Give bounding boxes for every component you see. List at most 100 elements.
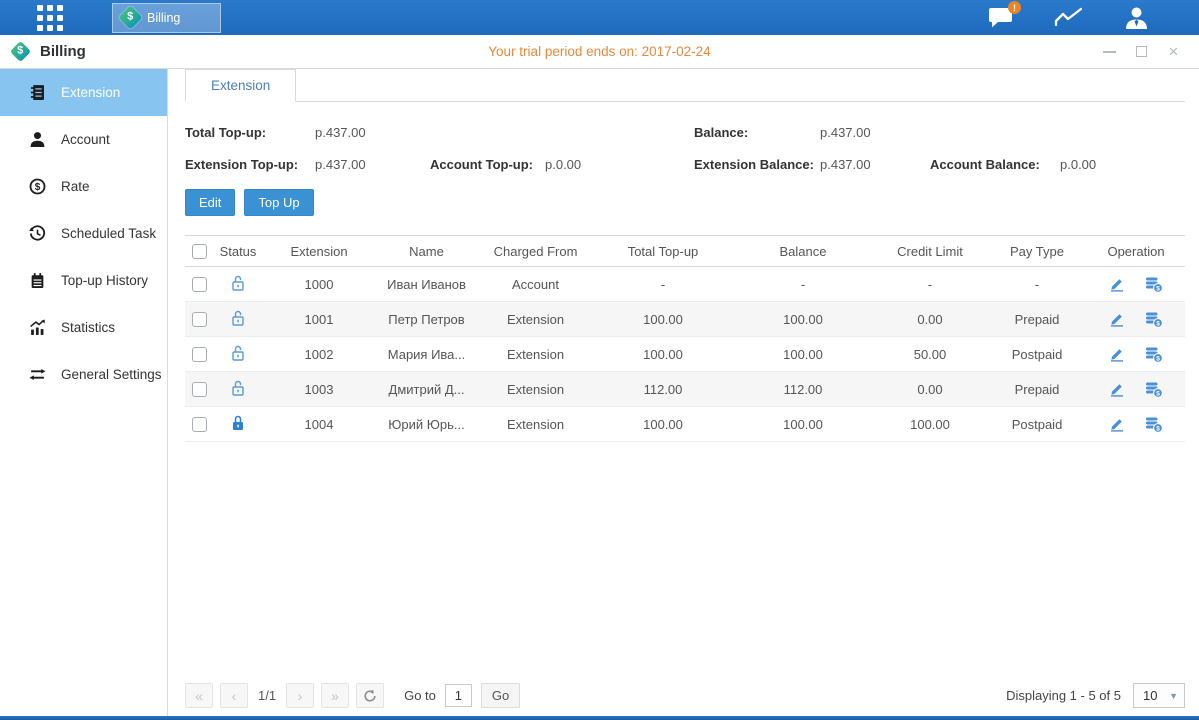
edit-pencil-icon[interactable] <box>1109 311 1125 327</box>
row-checkbox[interactable] <box>192 277 207 292</box>
refresh-button[interactable] <box>356 683 384 708</box>
close-button[interactable]: × <box>1166 44 1181 59</box>
col-header-extension: Extension <box>263 236 375 267</box>
sidebar-item-scheduled-task[interactable]: Scheduled Task <box>0 210 167 257</box>
rate-icon: $ <box>29 178 46 195</box>
top-up-coins-icon[interactable]: $ <box>1145 311 1163 328</box>
cell-credit-limit: - <box>873 267 987 302</box>
sidebar: Extension Account $ Rate Scheduled Task … <box>0 69 168 720</box>
pagination-bar: « ‹ 1/1 › » Go to Go Displaying 1 - 5 of… <box>185 683 1185 708</box>
unlocked-icon <box>230 344 246 362</box>
cell-credit-limit: 50.00 <box>873 337 987 372</box>
top-up-button[interactable]: Top Up <box>244 189 313 216</box>
edit-pencil-icon[interactable] <box>1109 276 1125 292</box>
sidebar-item-rate[interactable]: $ Rate <box>0 163 167 210</box>
status-lock-icon[interactable] <box>213 337 263 372</box>
notifications-message-icon[interactable]: ! <box>988 7 1014 28</box>
cell-total-topup: 100.00 <box>593 407 733 442</box>
edit-button[interactable]: Edit <box>185 189 235 216</box>
cell-charged-from: Extension <box>478 302 593 337</box>
user-account-icon[interactable] <box>1124 7 1149 29</box>
resource-monitor-icon[interactable] <box>1054 7 1084 28</box>
cell-total-topup: 100.00 <box>593 302 733 337</box>
cell-credit-limit: 0.00 <box>873 372 987 407</box>
goto-page-input[interactable] <box>445 684 472 707</box>
cell-name: Юрий Юрь... <box>375 407 478 442</box>
table-row: 1003 Дмитрий Д... Extension 112.00 112.0… <box>185 372 1185 407</box>
page-indicator: 1/1 <box>258 688 276 703</box>
top-up-coins-icon[interactable]: $ <box>1145 416 1163 433</box>
balance-value: p.437.00 <box>820 125 871 140</box>
tab-extension[interactable]: Extension <box>185 69 296 102</box>
prev-page-button[interactable]: ‹ <box>220 683 248 708</box>
col-header-pay-type: Pay Type <box>987 236 1087 267</box>
edit-pencil-icon[interactable] <box>1109 381 1125 397</box>
status-lock-icon[interactable] <box>213 302 263 337</box>
svg-text:$: $ <box>1156 425 1160 432</box>
cell-pay-type: - <box>987 267 1087 302</box>
cell-name: Иван Иванов <box>375 267 478 302</box>
top-up-coins-icon[interactable]: $ <box>1145 381 1163 398</box>
displaying-info: Displaying 1 - 5 of 5 <box>1006 688 1121 703</box>
status-lock-icon[interactable] <box>213 372 263 407</box>
sidebar-item-extension[interactable]: Extension <box>0 69 167 116</box>
cell-charged-from: Extension <box>478 407 593 442</box>
cell-balance: - <box>733 267 873 302</box>
status-lock-icon[interactable] <box>213 407 263 442</box>
main-panel: Extension Total Top-up: p.437.00 Balance… <box>168 69 1199 720</box>
app-menu-grid-icon[interactable] <box>37 5 67 31</box>
table-row: 1002 Мария Ива... Extension 100.00 100.0… <box>185 337 1185 372</box>
last-page-button[interactable]: » <box>321 683 349 708</box>
general-settings-icon <box>29 366 46 383</box>
go-button[interactable]: Go <box>481 683 520 708</box>
minimize-button[interactable] <box>1102 44 1117 59</box>
cell-total-topup: 112.00 <box>593 372 733 407</box>
tab-strip: Extension <box>185 69 1185 102</box>
next-page-button[interactable]: › <box>286 683 314 708</box>
cell-charged-from: Extension <box>478 337 593 372</box>
extension-topup-value: p.437.00 <box>315 157 430 172</box>
first-page-button[interactable]: « <box>185 683 213 708</box>
cell-balance: 112.00 <box>733 372 873 407</box>
page-size-select[interactable]: 10 ▼ <box>1133 683 1185 708</box>
row-checkbox[interactable] <box>192 417 207 432</box>
account-balance-label: Account Balance: <box>930 157 1060 172</box>
status-lock-icon[interactable] <box>213 267 263 302</box>
extension-icon <box>29 84 46 101</box>
window-title: Billing <box>40 43 86 60</box>
sidebar-item-statistics[interactable]: Statistics <box>0 304 167 351</box>
maximize-button[interactable] <box>1134 44 1149 59</box>
sidebar-item-label: Rate <box>61 179 90 194</box>
col-header-credit-limit: Credit Limit <box>873 236 987 267</box>
sidebar-item-general-settings[interactable]: General Settings <box>0 351 167 398</box>
row-checkbox[interactable] <box>192 382 207 397</box>
top-up-coins-icon[interactable]: $ <box>1145 346 1163 363</box>
edit-pencil-icon[interactable] <box>1109 416 1125 432</box>
cell-pay-type: Prepaid <box>987 302 1087 337</box>
col-header-balance: Balance <box>733 236 873 267</box>
locked-icon <box>230 414 246 432</box>
total-topup-value: p.437.00 <box>315 125 694 140</box>
edit-pencil-icon[interactable] <box>1109 346 1125 362</box>
cell-balance: 100.00 <box>733 337 873 372</box>
cell-name: Мария Ива... <box>375 337 478 372</box>
row-checkbox[interactable] <box>192 312 207 327</box>
unlocked-icon <box>230 309 246 327</box>
billing-summary: Total Top-up: p.437.00 Balance: p.437.00… <box>185 125 1185 172</box>
row-checkbox[interactable] <box>192 347 207 362</box>
cell-extension: 1002 <box>263 337 375 372</box>
svg-text:$: $ <box>1156 285 1160 292</box>
cell-credit-limit: 100.00 <box>873 407 987 442</box>
cell-pay-type: Prepaid <box>987 372 1087 407</box>
refresh-icon <box>363 689 377 703</box>
top-up-coins-icon[interactable]: $ <box>1145 276 1163 293</box>
sidebar-item-topup-history[interactable]: Top-up History <box>0 257 167 304</box>
taskbar-item-billing[interactable]: $ Billing <box>112 3 221 33</box>
select-all-checkbox[interactable] <box>192 244 207 259</box>
cell-charged-from: Extension <box>478 372 593 407</box>
sidebar-item-account[interactable]: Account <box>0 116 167 163</box>
scheduled-task-icon <box>29 225 46 242</box>
statistics-icon <box>29 319 46 336</box>
account-balance-value: p.0.00 <box>1060 157 1096 172</box>
taskbar-item-label: Billing <box>147 11 180 25</box>
